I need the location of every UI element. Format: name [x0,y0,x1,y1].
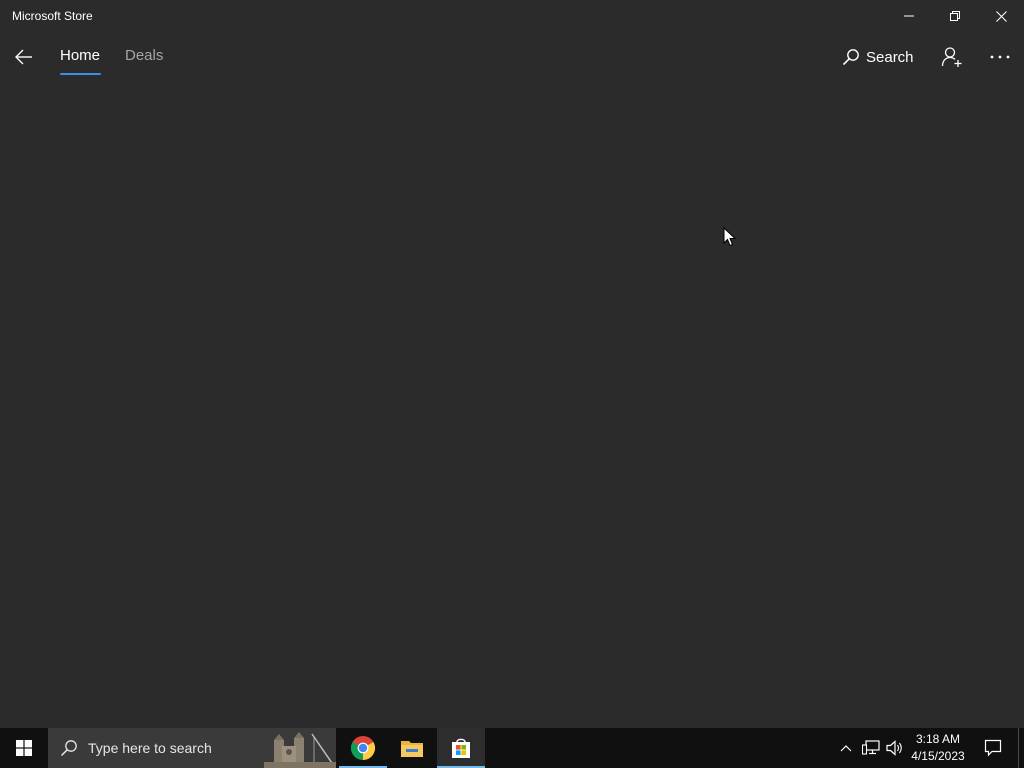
show-hidden-icons-button[interactable] [836,728,856,768]
account-button[interactable] [938,43,966,71]
start-button[interactable] [0,728,48,768]
network-button[interactable] [860,728,882,768]
network-icon [862,740,880,755]
close-icon [995,10,1007,22]
restore-button[interactable] [932,0,978,32]
search-button[interactable]: Search [842,44,914,70]
search-placeholder: Type here to search [88,740,212,756]
main-content [0,82,1024,728]
minimize-button[interactable] [886,0,932,32]
show-desktop-button[interactable] [1018,728,1019,768]
chrome-icon [350,736,376,760]
back-arrow-icon [15,49,32,65]
notification-icon [984,739,1002,757]
tab-deals[interactable]: Deals [125,47,163,75]
see-more-button[interactable] [986,43,1014,71]
taskbar-chrome[interactable] [339,728,387,768]
close-button[interactable] [978,0,1024,32]
active-tab-indicator [60,73,101,75]
search-icon [842,48,860,66]
taskbar-search-box[interactable]: Type here to search [48,728,336,768]
search-icon [60,739,78,762]
minimize-icon [904,15,914,17]
taskbar: Type here to search 3:18 AM 4/15/2023 [0,728,1024,768]
mouse-cursor-icon [723,226,737,252]
clock-date: 4/15/2023 [911,749,965,763]
chevron-up-icon [840,745,852,752]
action-center-button[interactable] [976,728,1010,768]
taskbar-file-explorer[interactable] [388,728,436,768]
store-icon [452,738,470,758]
nav-bar: Home Deals Search [0,32,1024,82]
clock-time: 3:18 AM [915,732,961,746]
search-label: Search [866,48,914,66]
search-highlight-image [264,728,336,768]
folder-icon [401,741,423,757]
back-button[interactable] [8,41,40,73]
title-bar: Microsoft Store [0,0,1024,32]
add-user-icon [941,47,962,67]
more-icon [990,55,1010,59]
window-title: Microsoft Store [12,9,93,23]
taskbar-clock[interactable]: 3:18 AM 4/15/2023 [906,731,970,765]
restore-icon [950,11,960,21]
taskbar-microsoft-store[interactable] [437,728,485,768]
store-window: Microsoft Store Home Deals Search [0,0,1024,728]
windows-logo-icon [16,740,32,756]
volume-button[interactable] [884,728,906,768]
volume-icon [886,740,902,756]
tab-home[interactable]: Home [60,47,100,75]
